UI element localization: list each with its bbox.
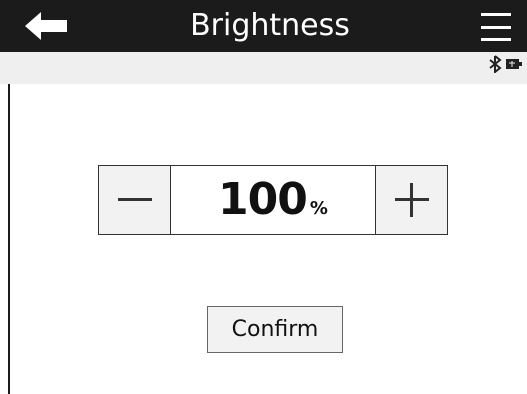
top-bar: Brightness xyxy=(0,0,527,52)
brightness-value: 100 % xyxy=(171,166,375,234)
brightness-stepper: 100 % xyxy=(98,165,448,235)
decrease-button[interactable] xyxy=(99,166,171,234)
page-title: Brightness xyxy=(190,8,350,43)
minus-icon xyxy=(117,198,152,201)
hamburger-menu-icon xyxy=(481,13,511,16)
brightness-value-number: 100 xyxy=(218,174,308,225)
bluetooth-icon xyxy=(489,55,502,73)
status-icons xyxy=(489,55,527,73)
back-button[interactable] xyxy=(20,10,72,42)
arrow-left-icon xyxy=(25,12,67,40)
status-bar xyxy=(0,52,527,84)
battery-icon xyxy=(506,59,522,69)
hamburger-menu-icon xyxy=(481,25,511,29)
increase-button[interactable] xyxy=(375,166,447,234)
confirm-button[interactable]: Confirm xyxy=(207,306,343,353)
hamburger-menu-icon xyxy=(481,38,511,41)
brightness-screen: Brightness 100 % Confirm xyxy=(0,0,527,394)
plus-icon xyxy=(394,183,429,217)
menu-button[interactable] xyxy=(481,13,511,41)
brightness-value-unit: % xyxy=(309,198,328,219)
left-border xyxy=(8,84,10,394)
